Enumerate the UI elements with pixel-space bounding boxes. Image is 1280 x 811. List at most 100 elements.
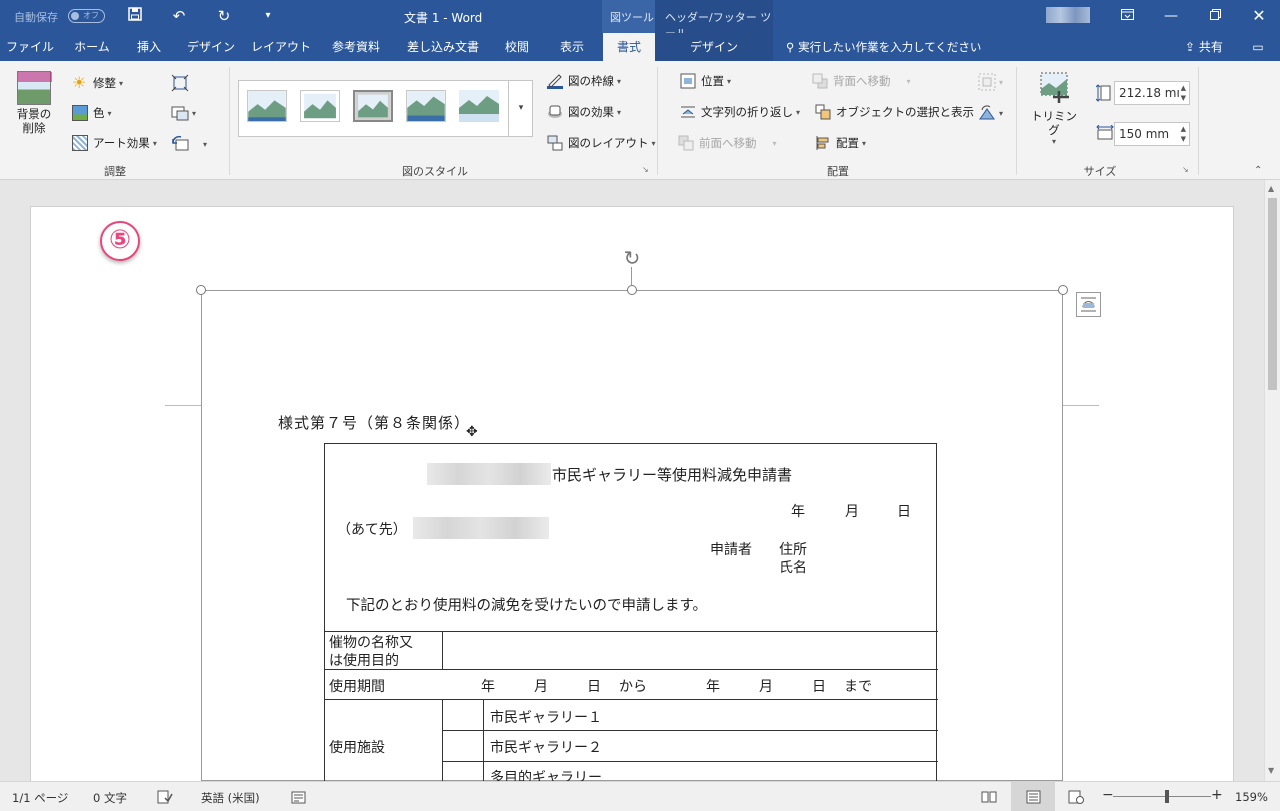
shape-width-icon — [1096, 125, 1114, 141]
tab-format[interactable]: 書式 — [603, 33, 655, 61]
close-icon[interactable]: ✕ — [1244, 6, 1274, 26]
zoom-level[interactable]: 159% — [1235, 790, 1268, 804]
gallery-more-icon[interactable]: ▾ — [508, 80, 533, 137]
reset-picture-icon[interactable]: ▾ — [171, 135, 207, 153]
minimize-icon[interactable]: — — [1156, 6, 1186, 26]
vertical-scrollbar[interactable]: ▲ ▼ — [1264, 180, 1280, 781]
undo-icon[interactable]: ↶ — [168, 6, 190, 26]
picture-border-button[interactable]: 図の枠線 ▾ — [547, 73, 621, 89]
send-backward-button[interactable]: 背面へ移動 ▾ — [812, 73, 911, 89]
picture-layout-button[interactable]: 図のレイアウト ▾ — [547, 135, 656, 151]
align-icon — [815, 135, 831, 151]
toggle-dot — [71, 12, 79, 20]
web-layout-icon[interactable] — [1068, 790, 1084, 807]
collapse-ribbon-icon[interactable]: ⌃ — [1254, 165, 1262, 176]
resize-handle-top-right[interactable] — [1058, 285, 1068, 295]
tab-file[interactable]: ファイル — [0, 33, 60, 61]
artistic-effects-icon — [72, 135, 88, 151]
tab-insert[interactable]: 挿入 — [124, 33, 174, 61]
change-picture-icon[interactable]: ▾ — [171, 104, 196, 122]
wrap-text-button[interactable]: 文字列の折り返し ▾ — [680, 104, 800, 120]
scrollbar-thumb[interactable] — [1268, 198, 1277, 390]
adjust-group-label: 調整 — [104, 165, 126, 178]
height-spinner-icon[interactable]: ▲ ▼ — [1181, 83, 1186, 103]
rotate-icon[interactable]: ▾ — [978, 104, 1003, 122]
document-title: 文書 1 - Word — [404, 11, 483, 25]
zoom-in-icon[interactable]: + — [1211, 787, 1223, 803]
picture-layout-label: 図のレイアウト — [568, 136, 649, 150]
tab-mailings[interactable]: 差し込み文書 — [398, 33, 488, 61]
picture-effects-button[interactable]: 図の効果 ▾ — [547, 104, 621, 120]
height-input[interactable]: 212.18 mı ▲ ▼ — [1114, 81, 1190, 105]
crop-icon — [1037, 71, 1071, 105]
zoom-out-icon[interactable]: − — [1102, 787, 1114, 803]
remove-background-button[interactable]: 背景の削除 — [12, 71, 56, 135]
artistic-effects-button[interactable]: アート効果 ▾ — [72, 135, 157, 151]
save-icon[interactable] — [124, 6, 146, 26]
rotate-handle-icon[interactable]: ↻ — [621, 247, 643, 269]
picture-style-1[interactable] — [247, 90, 287, 122]
restore-icon[interactable] — [1200, 6, 1230, 26]
group-divider — [229, 67, 230, 175]
tab-view[interactable]: 表示 — [546, 33, 598, 61]
selection-pane-button[interactable]: オブジェクトの選択と表示 — [815, 104, 974, 120]
tab-home[interactable]: ホーム — [62, 33, 122, 61]
chevron-down-icon: ▾ — [192, 108, 197, 118]
zoom-slider-thumb[interactable] — [1165, 790, 1169, 803]
header-footer-tools-context: ヘッダー/フッター ツール — [655, 0, 773, 40]
picture-style-4[interactable] — [406, 90, 446, 122]
zoom-slider[interactable] — [1113, 796, 1211, 797]
customize-qat-icon[interactable]: ▾ — [257, 6, 279, 26]
step-badge: ⑤ — [100, 221, 140, 261]
language[interactable]: 英語 (米国) — [201, 790, 260, 806]
chevron-down-icon: ▾ — [727, 76, 732, 86]
picture-style-2[interactable] — [300, 90, 340, 122]
chevron-down-icon: ▾ — [617, 107, 622, 117]
word-count[interactable]: 0 文字 — [93, 790, 127, 806]
corrections-button[interactable]: ☀ 修整 ▾ — [72, 75, 123, 91]
crop-button[interactable]: トリミング ▾ — [1031, 71, 1077, 146]
proofing-icon[interactable] — [157, 790, 173, 807]
resize-handle-top-left[interactable] — [196, 285, 206, 295]
ribbon-display-options-icon[interactable] — [1112, 6, 1142, 26]
tab-design[interactable]: デザイン — [180, 33, 242, 61]
read-mode-icon[interactable] — [981, 790, 997, 807]
tab-layout[interactable]: レイアウト — [248, 33, 314, 61]
tell-me-box[interactable]: ⚲ 実行したい作業を入力してください — [786, 33, 981, 61]
compress-pictures-icon[interactable] — [171, 74, 189, 92]
dialog-launcher-icon[interactable]: ↘ — [642, 165, 649, 174]
width-input[interactable]: 150 mm ▲ ▼ — [1114, 122, 1190, 146]
bring-forward-button[interactable]: 前面へ移動 ▾ — [678, 135, 777, 151]
scroll-up-icon[interactable]: ▲ — [1268, 184, 1274, 193]
width-spinner-icon[interactable]: ▲ ▼ — [1181, 124, 1186, 144]
share-button[interactable]: ⇪ 共有 — [1185, 33, 1223, 61]
macro-icon[interactable] — [291, 790, 306, 807]
account-avatar[interactable] — [1046, 7, 1090, 23]
chevron-down-icon: ▾ — [906, 76, 911, 86]
tab-review[interactable]: 校閲 — [494, 33, 540, 61]
comments-icon[interactable]: ▭ — [1244, 33, 1272, 61]
addressee-label: （あて先） — [337, 522, 407, 538]
redo-icon[interactable]: ↻ — [213, 6, 235, 26]
page-count[interactable]: 1/1 ページ — [12, 790, 68, 806]
scroll-down-icon[interactable]: ▼ — [1268, 766, 1274, 775]
period-label: 使用期間 — [329, 679, 385, 695]
chevron-down-icon: ▾ — [999, 108, 1004, 118]
chevron-down-icon: ▾ — [862, 138, 867, 148]
lightbulb-icon: ⚲ — [786, 40, 799, 54]
print-layout-button[interactable] — [1011, 782, 1055, 811]
purpose-label-line1: 催物の名称又 — [329, 635, 413, 651]
chevron-down-icon: ▾ — [107, 108, 112, 118]
picture-style-5[interactable] — [459, 90, 499, 122]
dialog-launcher-icon[interactable]: ↘ — [1182, 165, 1189, 174]
layout-options-icon[interactable] — [1076, 292, 1101, 317]
align-button[interactable]: 配置 ▾ — [815, 135, 866, 151]
autosave-toggle[interactable]: オフ — [68, 9, 105, 23]
tab-references[interactable]: 参考資料 — [320, 33, 392, 61]
color-button[interactable]: 色 ▾ — [72, 105, 112, 121]
resize-handle-top[interactable] — [627, 285, 637, 295]
picture-style-3[interactable] — [353, 90, 393, 122]
tab-hf-design[interactable]: デザイン — [655, 33, 773, 61]
position-button[interactable]: 位置 ▾ — [680, 73, 731, 89]
group-objects-icon[interactable]: ▾ — [978, 73, 1003, 91]
